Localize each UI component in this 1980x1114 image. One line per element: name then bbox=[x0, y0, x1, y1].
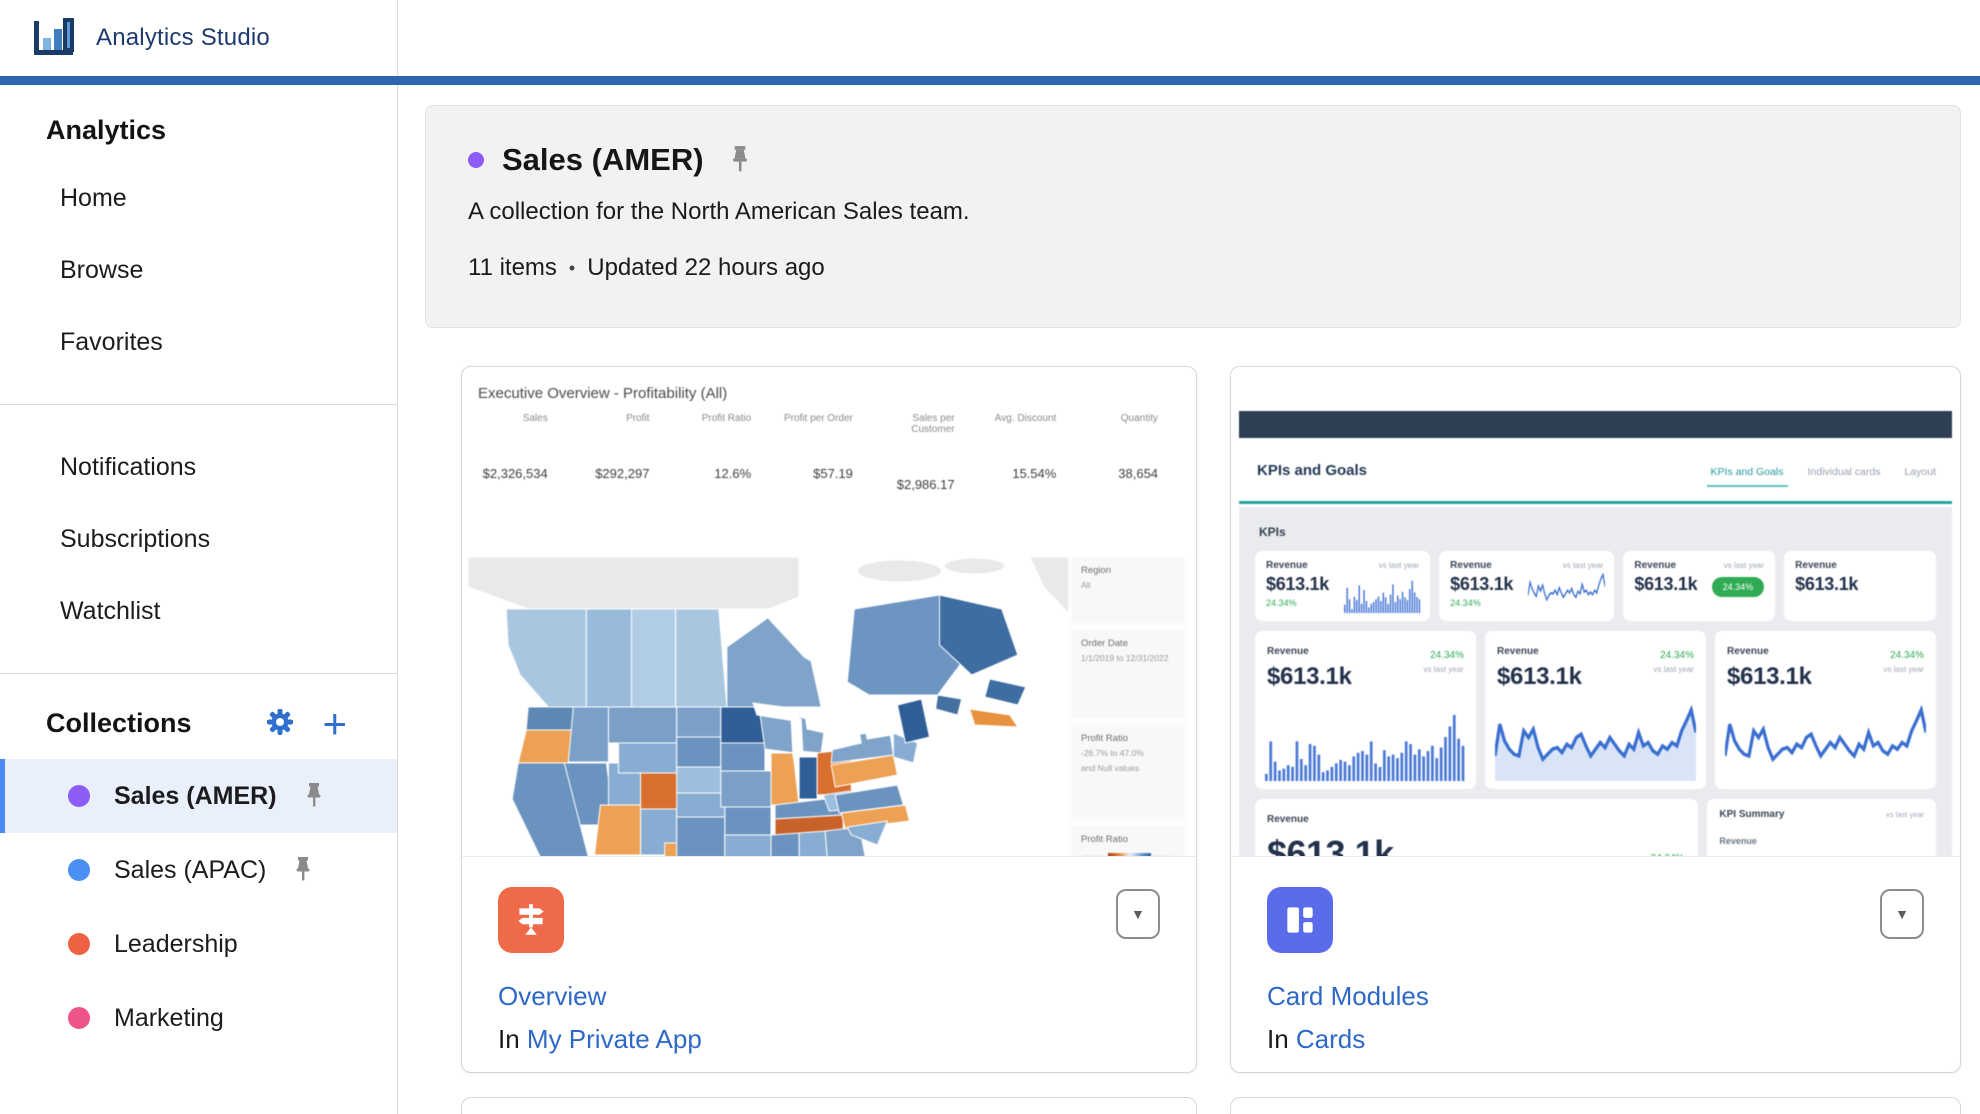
plus-icon: + bbox=[322, 709, 347, 739]
top-bar: Analytics Studio bbox=[0, 0, 1980, 76]
collections-header: Collections + bbox=[46, 706, 347, 741]
collection-item-leadership[interactable]: Leadership bbox=[0, 907, 397, 981]
sidebar-item-watchlist[interactable]: Watchlist bbox=[0, 575, 397, 647]
item-title-link[interactable]: Card Modules bbox=[1267, 981, 1429, 1012]
sidebar-item-subscriptions[interactable]: Subscriptions bbox=[0, 503, 397, 575]
collection-dot bbox=[68, 785, 90, 807]
item-card-card-modules: KPIs and Goals KPIs and Goals Individual… bbox=[1230, 366, 1961, 1073]
collections-list: Sales (AMER) Sales (APAC) bbox=[0, 759, 397, 1055]
collections-heading: Collections bbox=[46, 708, 238, 739]
thumbnail-header: KPIs and Goals KPIs and Goals Individual… bbox=[1239, 438, 1952, 504]
sidebar-divider bbox=[0, 404, 397, 405]
area-chart bbox=[1495, 693, 1696, 781]
collection-meta: 11 items • Updated 22 hours ago bbox=[468, 254, 1918, 282]
kpi-tile: Revenue $613.1k 24.34%vs last year bbox=[1715, 631, 1936, 789]
bar-sparkline bbox=[1344, 567, 1421, 613]
sidebar-nav-primary: Home Browse Favorites bbox=[0, 162, 397, 378]
dashboard-type-icon bbox=[1267, 887, 1333, 953]
sidebar-item-browse[interactable]: Browse bbox=[0, 234, 397, 306]
line-chart bbox=[1725, 693, 1926, 781]
kpi-tile: Revenuevs last year $613.1k 24.34% bbox=[1255, 551, 1430, 621]
collection-dot bbox=[468, 152, 484, 168]
sidebar-nav-secondary: Notifications Subscriptions Watchlist bbox=[0, 431, 397, 647]
kpi-summary-tile: KPI Summaryvs last year Revenue bbox=[1707, 799, 1936, 857]
kpi-tile: Revenue $613.1k 24.34% bbox=[1255, 799, 1698, 857]
thumb-tab: Layout bbox=[1904, 466, 1936, 478]
kpi-tile: Revenue $613.1k 24.34%vs last year bbox=[1255, 631, 1476, 789]
thumbnail-filter-panel: Region All Order Date 1/1/2019 to 12/31/… bbox=[1068, 557, 1188, 856]
item-location: In Cards bbox=[1267, 1024, 1924, 1055]
card-modules-thumbnail[interactable]: KPIs and Goals KPIs and Goals Individual… bbox=[1231, 367, 1960, 857]
card-footer: ▼ Overview In My Private App bbox=[462, 857, 1196, 1073]
layout-icon bbox=[1281, 901, 1319, 939]
app-link[interactable]: My Private App bbox=[527, 1024, 702, 1054]
collection-header-card: Sales (AMER) A collection for the North … bbox=[425, 105, 1961, 328]
card-actions-button[interactable]: ▼ bbox=[1116, 889, 1160, 939]
line-sparkline bbox=[1528, 567, 1605, 613]
thumb-tab: KPIs and Goals bbox=[1711, 466, 1784, 478]
sidebar: Analytics Home Browse Favorites Notifica… bbox=[0, 85, 398, 1114]
collection-description: A collection for the North American Sale… bbox=[468, 198, 1918, 226]
thumbnail-titlebar bbox=[1239, 411, 1952, 438]
kpi-tile: Revenuevs last year $613.1k 24.34% bbox=[1623, 551, 1775, 621]
card-actions-button[interactable]: ▼ bbox=[1880, 889, 1924, 939]
bar-chart bbox=[1265, 693, 1466, 781]
collection-label: Sales (APAC) bbox=[114, 856, 266, 885]
collection-label: Leadership bbox=[114, 930, 238, 959]
thumb-tab: Individual cards bbox=[1808, 466, 1881, 478]
page-title: Sales (AMER) bbox=[502, 142, 704, 178]
sidebar-item-favorites[interactable]: Favorites bbox=[0, 306, 397, 378]
sidebar-item-home[interactable]: Home bbox=[0, 162, 397, 234]
kpi-tile: Revenue $613.1k bbox=[1784, 551, 1936, 621]
items-count: 11 items bbox=[468, 254, 557, 282]
item-card-partial[interactable] bbox=[1230, 1097, 1961, 1114]
app-link[interactable]: Cards bbox=[1296, 1024, 1365, 1054]
thumbnail-dashboard-title: Executive Overview - Profitability (All) bbox=[478, 385, 727, 402]
main-content: Sales (AMER) A collection for the North … bbox=[398, 85, 1980, 1114]
updated-timestamp: Updated 22 hours ago bbox=[587, 254, 825, 282]
pin-icon[interactable] bbox=[728, 145, 752, 175]
kpi-tile: Revenuevs last year $613.1k 24.34% bbox=[1439, 551, 1614, 621]
pin-icon bbox=[303, 782, 325, 810]
brand-area: Analytics Studio bbox=[0, 0, 398, 76]
gear-icon bbox=[264, 706, 296, 741]
collection-label: Sales (AMER) bbox=[114, 782, 277, 811]
brand-stripe bbox=[0, 76, 1980, 85]
item-card-overview: Executive Overview - Profitability (All)… bbox=[461, 366, 1197, 1073]
map-thumbnail bbox=[468, 557, 1070, 857]
caret-down-icon: ▼ bbox=[1131, 906, 1145, 922]
app-title: Analytics Studio bbox=[96, 24, 270, 52]
collection-item-sales-apac[interactable]: Sales (APAC) bbox=[0, 833, 397, 907]
collection-item-sales-amer[interactable]: Sales (AMER) bbox=[0, 759, 397, 833]
item-title-link[interactable]: Overview bbox=[498, 981, 606, 1012]
meta-separator: • bbox=[569, 258, 575, 279]
sidebar-item-notifications[interactable]: Notifications bbox=[0, 431, 397, 503]
sidebar-heading-analytics: Analytics bbox=[46, 115, 397, 146]
sidebar-divider bbox=[0, 673, 397, 674]
workbook-type-icon bbox=[498, 887, 564, 953]
collections-settings-button[interactable] bbox=[264, 706, 296, 741]
caret-down-icon: ▼ bbox=[1895, 906, 1909, 922]
thumbnail-body: KPIs Revenuevs last year $613.1k 24.34% … bbox=[1239, 507, 1952, 856]
signpost-icon bbox=[512, 901, 550, 939]
collection-label: Marketing bbox=[114, 1004, 224, 1033]
items-grid: Executive Overview - Profitability (All)… bbox=[461, 366, 1961, 1073]
pin-icon bbox=[292, 856, 314, 884]
card-footer: ▼ Card Modules In Cards bbox=[1231, 857, 1960, 1073]
app-logo-icon[interactable] bbox=[30, 13, 76, 64]
add-collection-button[interactable]: + bbox=[322, 709, 347, 739]
next-items-row bbox=[461, 1097, 1961, 1114]
collection-dot bbox=[68, 1007, 90, 1029]
collection-dot bbox=[68, 933, 90, 955]
item-card-partial[interactable] bbox=[461, 1097, 1197, 1114]
collection-dot bbox=[68, 859, 90, 881]
kpi-tile: Revenue $613.1k 24.34%vs last year bbox=[1485, 631, 1706, 789]
collection-item-marketing[interactable]: Marketing bbox=[0, 981, 397, 1055]
delta-badge: 24.34% bbox=[1712, 577, 1765, 597]
item-location: In My Private App bbox=[498, 1024, 1160, 1055]
overview-thumbnail[interactable]: Executive Overview - Profitability (All)… bbox=[462, 367, 1196, 857]
thumbnail-kpi-row: Sales$2,326,534 Profit$292,297 Profit Ra… bbox=[472, 413, 1184, 492]
